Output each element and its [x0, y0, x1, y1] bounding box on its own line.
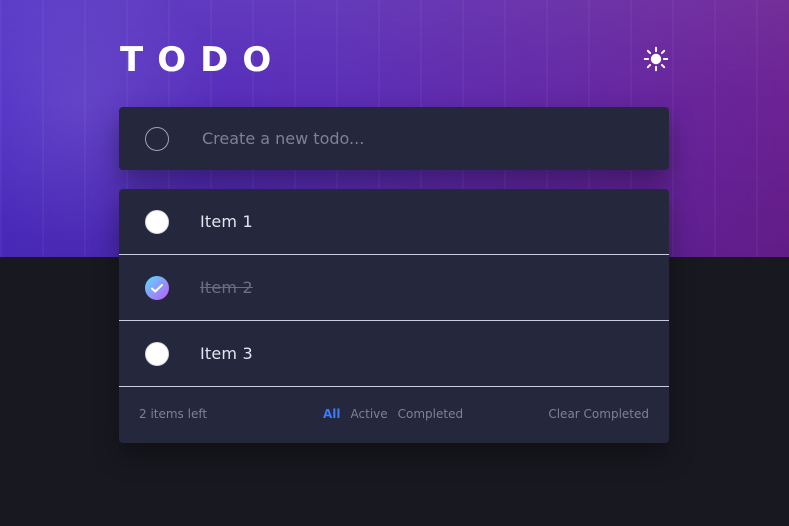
- items-left-count: 2 items left: [139, 407, 208, 421]
- todo-toggle[interactable]: [145, 275, 169, 300]
- todo-label[interactable]: Item 3: [200, 344, 253, 363]
- todo-toggle[interactable]: [145, 341, 169, 366]
- filter-all[interactable]: All: [323, 407, 341, 421]
- new-todo-input[interactable]: [200, 122, 624, 155]
- sun-icon: [643, 46, 669, 76]
- clear-completed-button[interactable]: Clear Completed: [548, 407, 649, 421]
- check-icon: [151, 278, 163, 297]
- todo-label[interactable]: Item 1: [200, 212, 253, 231]
- todo-list: Item 1 Item 2 Item 3 2 items left All Ac…: [119, 189, 669, 443]
- filter-completed[interactable]: Completed: [398, 407, 463, 421]
- todo-item: Item 3: [119, 321, 669, 387]
- new-todo-checkbox[interactable]: [145, 126, 169, 151]
- app-title: TODO: [120, 40, 286, 80]
- new-todo-panel: [119, 107, 669, 170]
- todo-label[interactable]: Item 2: [200, 278, 253, 297]
- filter-active[interactable]: Active: [351, 407, 388, 421]
- todo-item: Item 2: [119, 255, 669, 321]
- todo-footer: 2 items left All Active Completed Clear …: [119, 387, 669, 441]
- todo-toggle[interactable]: [145, 209, 169, 234]
- todo-item: Item 1: [119, 189, 669, 255]
- theme-toggle-button[interactable]: [642, 46, 670, 76]
- filter-bar: All Active Completed: [323, 407, 463, 421]
